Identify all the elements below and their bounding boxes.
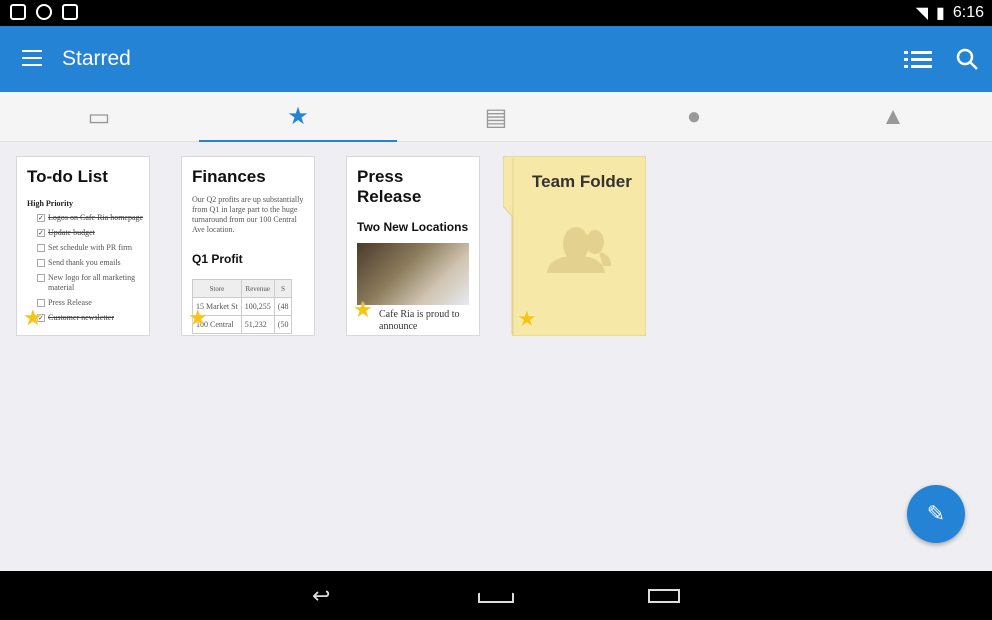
star-icon[interactable]: ★ [23,305,43,331]
star-icon[interactable]: ★ [188,305,208,331]
table-cell: (50 [273,315,293,334]
section-heading: High Priority [27,199,73,208]
tab-notifications[interactable]: ▲ [794,92,992,142]
home-icon[interactable] [478,587,514,603]
status-bar: ◥ ▮ 6:16 [0,0,992,26]
wifi-icon: ◥ [915,5,929,22]
todo-item: ✓ Customer newsletter [37,313,149,323]
navigation-bar: ↩ [0,571,992,620]
todo-item: ✓ Logos on Cafe Ria homepage [37,213,149,223]
tab-bar: ▭ ★ ▤ ● ▲ [0,92,992,142]
todo-item-text: Customer newsletter [48,313,114,322]
todo-item-text: Send thank you emails [48,258,121,267]
recents-icon[interactable] [648,589,680,603]
list-view-icon[interactable] [904,50,932,70]
column-header: Store [192,279,242,298]
todo-item-text: Logos on Cafe Ria homepage [48,213,144,222]
todo-item-text: Press Release [48,298,92,307]
chat-icon: ● [686,103,702,130]
card-press-release[interactable]: Press Release Two New Locations Cafe Ria… [346,156,480,336]
todo-item: New logo for all marketing material [37,273,149,293]
tab-documents[interactable]: ▤ [397,92,595,142]
todo-item: Set schedule with PR firm [37,243,149,253]
inbox-icon: ▭ [87,103,111,131]
checkbox[interactable] [37,244,45,252]
column-header: Revenue [240,279,275,298]
todo-item-text: Set schedule with PR firm [48,243,132,252]
todo-item: ✓ Update budget [37,228,149,238]
checkbox[interactable]: ✓ [37,214,45,222]
card-title: To-do List [27,167,108,186]
card-body: Our Q2 profits are up substantially from… [192,195,304,234]
table-cell: 51,232 [240,315,275,334]
card-team-folder[interactable]: Team Folder ★ [503,156,646,336]
card-body: Cafe Ria is proud to announce [379,309,460,332]
card-title: Press Release [357,167,422,206]
card-finances[interactable]: Finances Our Q2 profits are up substanti… [181,156,315,336]
search-icon[interactable] [955,47,979,71]
menu-icon[interactable] [22,50,42,66]
cafe-photo [357,243,469,305]
star-icon: ★ [287,102,309,130]
documents-icon: ▤ [484,103,508,131]
tab-starred[interactable]: ★ [199,92,397,142]
tab-inbox[interactable]: ▭ [0,92,198,142]
app-bar: Starred [0,26,992,92]
compose-button[interactable]: ✎ [907,485,965,543]
table-cell: 100,255 [240,297,275,316]
sync-icon [36,4,52,20]
todo-item-text: Update budget [48,228,95,237]
clock: 6:16 [952,4,984,21]
battery-icon: ▮ [936,5,945,22]
star-icon[interactable]: ★ [517,306,537,332]
todo-item-text: New logo for all marketing material [48,273,136,292]
card-title: Finances [192,167,266,186]
todo-item: Send thank you emails [37,258,149,268]
card-subtitle: Two New Locations [357,220,469,234]
photo-icon [62,4,78,20]
download-icon [10,4,26,20]
checkbox[interactable]: ✓ [37,229,45,237]
bell-icon: ▲ [881,103,905,130]
tab-chat[interactable]: ● [595,92,793,142]
star-icon[interactable]: ★ [353,297,373,323]
back-icon[interactable]: ↩ [312,583,330,609]
card-title: Team Folder [532,172,632,191]
page-title: Starred [62,47,131,70]
table-cell: (48 [273,297,293,316]
card-subtitle: Q1 Profit [192,252,243,266]
checkbox[interactable] [37,259,45,267]
checkbox[interactable] [37,274,45,282]
todo-item: Press Release [37,298,149,308]
column-header: S [273,279,293,298]
card-todo-list[interactable]: To-do List High Priority ✓ Logos on Cafe … [16,156,150,336]
pencil-icon: ✎ [926,501,946,526]
